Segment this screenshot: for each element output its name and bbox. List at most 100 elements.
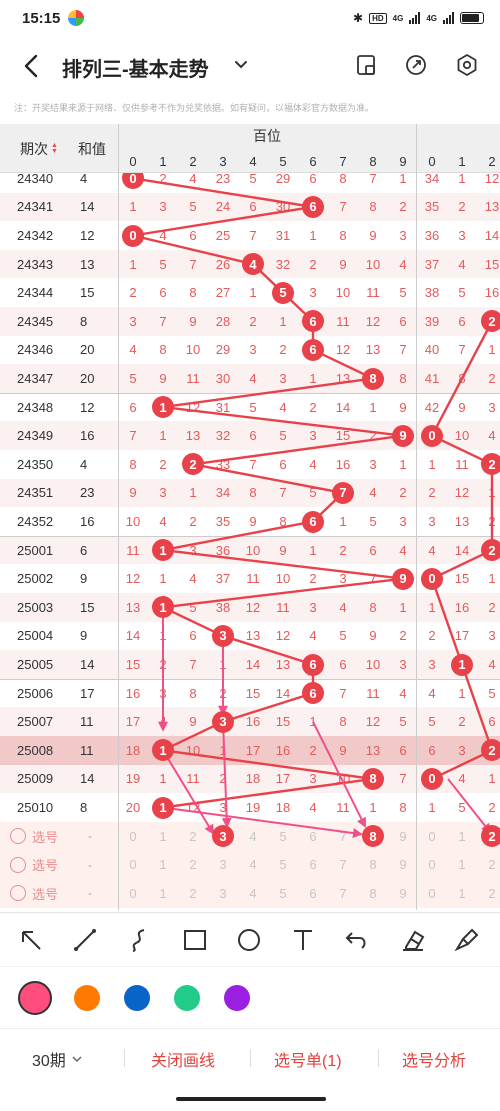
table-row[interactable]: 2434415268271531011538516 bbox=[0, 278, 500, 307]
pick-digit-cell[interactable]: 5 bbox=[268, 879, 298, 908]
radio-circle-icon[interactable] bbox=[10, 828, 26, 845]
miss-count-cell-group2: 38 bbox=[424, 285, 440, 301]
pick-row[interactable]: 选号-0123456789012 bbox=[0, 879, 500, 908]
radio-circle-icon[interactable] bbox=[10, 885, 26, 902]
pick-digit-cell[interactable]: 2 bbox=[178, 850, 208, 879]
pick-digit-cell[interactable]: 3 bbox=[208, 879, 238, 908]
color-swatch-green[interactable] bbox=[174, 985, 200, 1011]
pick-digit-cell[interactable]: 3 bbox=[208, 850, 238, 879]
color-swatch-orange[interactable] bbox=[74, 985, 100, 1011]
color-swatch-pink[interactable] bbox=[18, 981, 52, 1015]
table-row[interactable]: 24345837928216111263962 bbox=[0, 307, 500, 336]
pick-digit-cell[interactable]: 7 bbox=[328, 879, 358, 908]
close-draw-button[interactable]: 关闭画线 bbox=[151, 1047, 215, 1071]
settings-gear-icon[interactable] bbox=[455, 53, 479, 77]
table-row[interactable]: 2500811181101171629136632 bbox=[0, 736, 500, 765]
pick-digit-cell[interactable]: 9 bbox=[388, 879, 418, 908]
rectangle-tool-icon[interactable] bbox=[180, 925, 210, 955]
pick-digit-cell[interactable]: 6 bbox=[298, 850, 328, 879]
pick-digit-cell[interactable]: 2 bbox=[178, 879, 208, 908]
issue-number: 25010 bbox=[17, 799, 54, 815]
pick-row[interactable]: 选号-0123456789012 bbox=[0, 821, 500, 851]
pick-digit-cell-group2[interactable]: 1 bbox=[447, 879, 477, 908]
pick-digit-cell[interactable]: 8 bbox=[358, 879, 388, 908]
eraser-icon[interactable] bbox=[398, 925, 428, 955]
miss-count-cell-group2: 7 bbox=[458, 342, 466, 358]
radio-circle-icon[interactable] bbox=[10, 856, 26, 873]
issue-column-header[interactable]: 期次 ▲ ▼ bbox=[0, 124, 78, 173]
chevron-down-icon[interactable] bbox=[232, 56, 250, 74]
pick-digit-cell[interactable]: 0 bbox=[118, 822, 148, 851]
pick-digit-cell[interactable]: 7 bbox=[328, 822, 358, 851]
miss-count-cell: 4 bbox=[309, 456, 317, 472]
pick-digit-cell[interactable]: 0 bbox=[118, 850, 148, 879]
table-row[interactable]: 243481261123154214194293 bbox=[0, 392, 500, 422]
table-row[interactable]: 24342 12 04 6 25 7 31 1 8 9 3 36 3 14 bbox=[0, 221, 500, 250]
pick-row[interactable]: 选号-0123456789012 bbox=[0, 850, 500, 879]
pick-digit-cell[interactable]: 0 bbox=[118, 879, 148, 908]
pick-digit-cell[interactable]: 2 bbox=[178, 822, 208, 851]
table-row[interactable]: 2500315131538121134811162 bbox=[0, 593, 500, 622]
pick-label-text: 选号 bbox=[32, 829, 59, 845]
table-row[interactable]: 25004914163131245922173 bbox=[0, 621, 500, 651]
pick-digit-cell-group2[interactable]: 0 bbox=[417, 822, 447, 851]
pick-digit-cell[interactable]: 1 bbox=[148, 822, 178, 851]
pick-digit-cell-group2[interactable]: 0 bbox=[417, 879, 447, 908]
period-selector[interactable]: 30期 bbox=[32, 1047, 84, 1071]
pick-analysis-button[interactable]: 选号分析 bbox=[402, 1047, 466, 1071]
pick-digit-cell[interactable]: 6 bbox=[298, 822, 328, 851]
pick-digit-cell-group2[interactable]: 1 bbox=[447, 822, 477, 851]
table-row[interactable]: 243411413524630678235213 bbox=[0, 192, 500, 222]
clear-brush-icon[interactable] bbox=[452, 925, 482, 955]
pick-digit-cell[interactable]: 1 bbox=[148, 879, 178, 908]
pick-digit-cell-group2[interactable]: 2 bbox=[477, 879, 500, 908]
pick-digit-cell[interactable]: 5 bbox=[268, 822, 298, 851]
table-row[interactable]: 24352 16 10 4 2 35 9 861 5 3 3 13 2 bbox=[0, 507, 500, 536]
pick-digit-cell[interactable]: 4 bbox=[238, 850, 268, 879]
arrow-tool-icon[interactable] bbox=[16, 925, 46, 955]
curve-tool-icon[interactable] bbox=[124, 925, 154, 955]
pick-digit-cell[interactable]: 6 bbox=[298, 879, 328, 908]
text-tool-icon[interactable] bbox=[288, 925, 318, 955]
pick-digit-cell[interactable]: 5 bbox=[268, 850, 298, 879]
table-row[interactable]: 24340402423529687134112 bbox=[0, 173, 500, 193]
pick-row-label[interactable]: 选号 bbox=[10, 879, 58, 908]
page-title[interactable]: 排列三-基本走势 bbox=[62, 53, 209, 82]
pick-row-label[interactable]: 选号 bbox=[10, 850, 58, 879]
pick-digit-cell[interactable]: 7 bbox=[328, 850, 358, 879]
pick-digit-cell[interactable]: 4 bbox=[238, 822, 268, 851]
table-row[interactable]: 25001611133610912644142 bbox=[0, 535, 500, 565]
undo-icon[interactable] bbox=[342, 925, 372, 955]
miss-count-cell: 8 bbox=[339, 227, 347, 243]
color-swatch-purple[interactable] bbox=[224, 985, 250, 1011]
table-row[interactable]: 250061716382151467114415 bbox=[0, 678, 500, 708]
miss-count-cell: 3 bbox=[219, 799, 227, 815]
pick-row-label[interactable]: 选号 bbox=[10, 822, 58, 851]
table-row[interactable]: 25007 11 17 4 93 16 15 1 8 12 5 5 2 6 bbox=[0, 707, 500, 736]
pick-digit-cell-group2[interactable]: 1 bbox=[447, 850, 477, 879]
table-row[interactable]: 2435048223376416311112 bbox=[0, 450, 500, 479]
table-row[interactable]: 250051415271141366103314 bbox=[0, 650, 500, 679]
pick-digit-cell[interactable]: 9 bbox=[388, 822, 418, 851]
miss-count-cell: 4 bbox=[339, 599, 347, 615]
pick-digit-cell-group2[interactable]: 2 bbox=[477, 850, 500, 879]
back-arrow-icon[interactable] bbox=[20, 52, 44, 80]
signal-icon-1 bbox=[409, 12, 421, 24]
table-row[interactable]: 250108201123191841118152 bbox=[0, 793, 500, 822]
pick-list-button[interactable]: 选号单(1) bbox=[274, 1047, 342, 1071]
pick-digit-cell[interactable]: 8 bbox=[358, 850, 388, 879]
table-row[interactable]: 24346 20 4 8 10 29 3 26 12 13 7 40 7 1 bbox=[0, 335, 500, 365]
miss-count-cell: 5 bbox=[309, 485, 317, 501]
share-icon[interactable] bbox=[404, 53, 428, 77]
sort-icon[interactable]: ▲ ▼ bbox=[51, 142, 58, 155]
table-row[interactable]: 2435123931348757422121 bbox=[0, 478, 500, 508]
pick-digit-cell[interactable]: 1 bbox=[148, 850, 178, 879]
layout-toggle-icon[interactable] bbox=[354, 53, 378, 77]
pick-digit-cell[interactable]: 9 bbox=[388, 850, 418, 879]
pick-digit-cell[interactable]: 4 bbox=[238, 879, 268, 908]
line-tool-icon[interactable] bbox=[70, 925, 100, 955]
circle-tool-icon[interactable] bbox=[234, 925, 264, 955]
table-row[interactable]: 243472059113043113884182 bbox=[0, 364, 500, 393]
color-swatch-blue[interactable] bbox=[124, 985, 150, 1011]
pick-digit-cell-group2[interactable]: 0 bbox=[417, 850, 447, 879]
